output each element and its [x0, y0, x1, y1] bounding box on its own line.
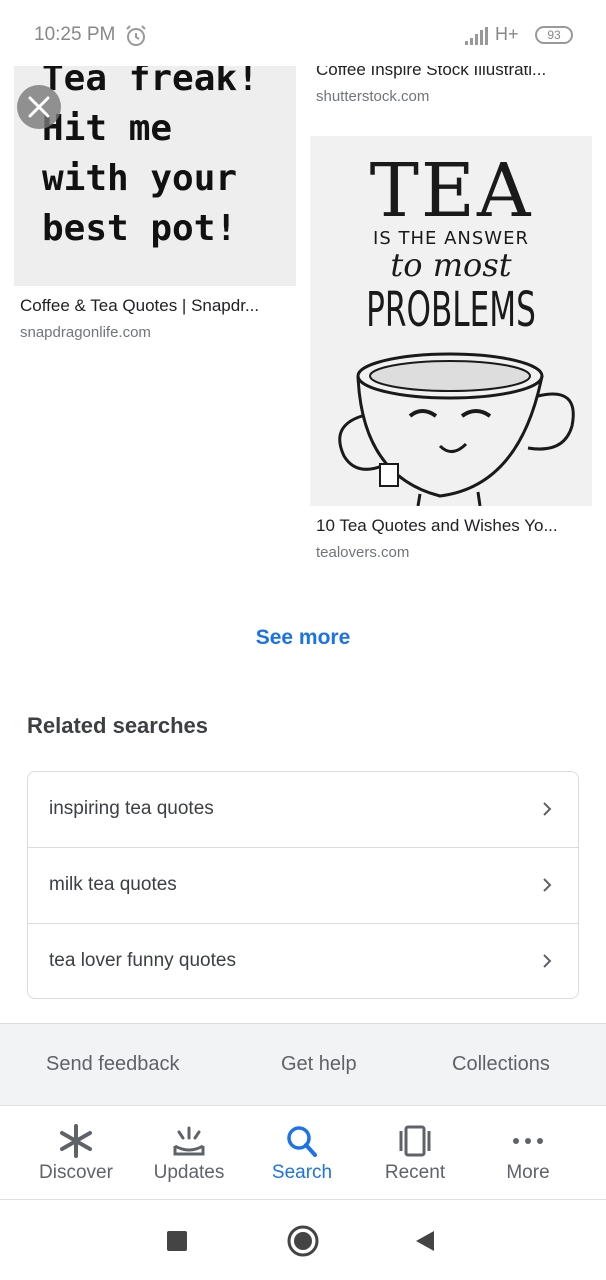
close-icon — [28, 96, 50, 118]
battery-icon: 93 — [535, 26, 573, 44]
result-title[interactable]: Coffee Inspire Stock Illustrati... — [316, 66, 588, 80]
bottom-navigation: Discover Updates Search Recent More — [0, 1105, 606, 1200]
result-source: snapdragonlife.com — [20, 324, 151, 341]
collections-link[interactable]: Collections — [452, 1053, 550, 1076]
related-searches-list: inspiring tea quotes milk tea quotes tea… — [27, 771, 579, 999]
chevron-right-icon — [543, 954, 552, 968]
result-title[interactable]: Coffee & Tea Quotes | Snapdr... — [20, 296, 290, 316]
teacup-illustration — [338, 352, 575, 506]
get-help-link[interactable]: Get help — [281, 1053, 357, 1076]
image-text: TEA — [369, 148, 533, 234]
chevron-right-icon — [543, 878, 552, 892]
image-text: PROBLEMS — [366, 282, 536, 338]
related-search-item[interactable]: tea lover funny quotes — [28, 924, 578, 998]
nav-more[interactable]: More — [470, 1106, 586, 1201]
network-type: H+ — [495, 24, 519, 44]
nav-discover[interactable]: Discover — [18, 1106, 134, 1201]
result-image-tea-answer[interactable]: TEA IS THE ANSWER to most PROBLEMS — [310, 136, 592, 506]
image-results: Tea freak! Hit me with your best pot! Co… — [0, 66, 606, 586]
status-time: 10:25 PM — [34, 24, 116, 45]
nav-search[interactable]: Search — [244, 1106, 360, 1201]
see-more-link[interactable]: See more — [0, 626, 606, 650]
home-icon[interactable] — [287, 1225, 319, 1257]
back-icon[interactable] — [414, 1229, 436, 1253]
related-search-label: tea lover funny quotes — [49, 950, 236, 971]
nav-label: Recent — [384, 1162, 446, 1183]
related-searches-heading: Related searches — [27, 713, 208, 738]
result-source: shutterstock.com — [316, 88, 430, 105]
nav-label: Updates — [153, 1162, 225, 1183]
status-bar: 10:25 PM H+ 93 — [0, 0, 606, 66]
nav-recent[interactable]: Recent — [357, 1106, 473, 1201]
nav-label: More — [506, 1162, 550, 1183]
battery-level: 93 — [547, 28, 561, 42]
close-button[interactable] — [17, 85, 61, 129]
related-search-item[interactable]: inspiring tea quotes — [28, 772, 578, 848]
recent-icon — [399, 1125, 431, 1157]
search-icon — [287, 1126, 317, 1157]
chevron-right-icon — [543, 802, 552, 816]
image-text: to most — [390, 246, 512, 284]
more-icon — [513, 1138, 543, 1144]
result-title[interactable]: 10 Tea Quotes and Wishes Yo... — [316, 516, 588, 536]
signal-icon — [465, 27, 488, 45]
send-feedback-link[interactable]: Send feedback — [46, 1053, 179, 1076]
nav-updates[interactable]: Updates — [131, 1106, 247, 1201]
related-search-label: inspiring tea quotes — [49, 798, 214, 819]
nav-label: Search — [271, 1162, 333, 1183]
footer-links: Send feedback Get help Collections — [0, 1023, 606, 1105]
related-search-label: milk tea quotes — [49, 874, 177, 895]
updates-icon — [173, 1126, 205, 1156]
image-text: Tea freak! Hit me with your best pot! — [42, 66, 259, 249]
nav-label: Discover — [39, 1162, 113, 1183]
system-navigation-bar — [0, 1200, 606, 1280]
result-source: tealovers.com — [316, 544, 410, 561]
recent-apps-icon[interactable] — [166, 1230, 188, 1252]
related-search-item[interactable]: milk tea quotes — [28, 848, 578, 924]
alarm-icon — [126, 25, 146, 46]
discover-icon — [60, 1124, 92, 1158]
